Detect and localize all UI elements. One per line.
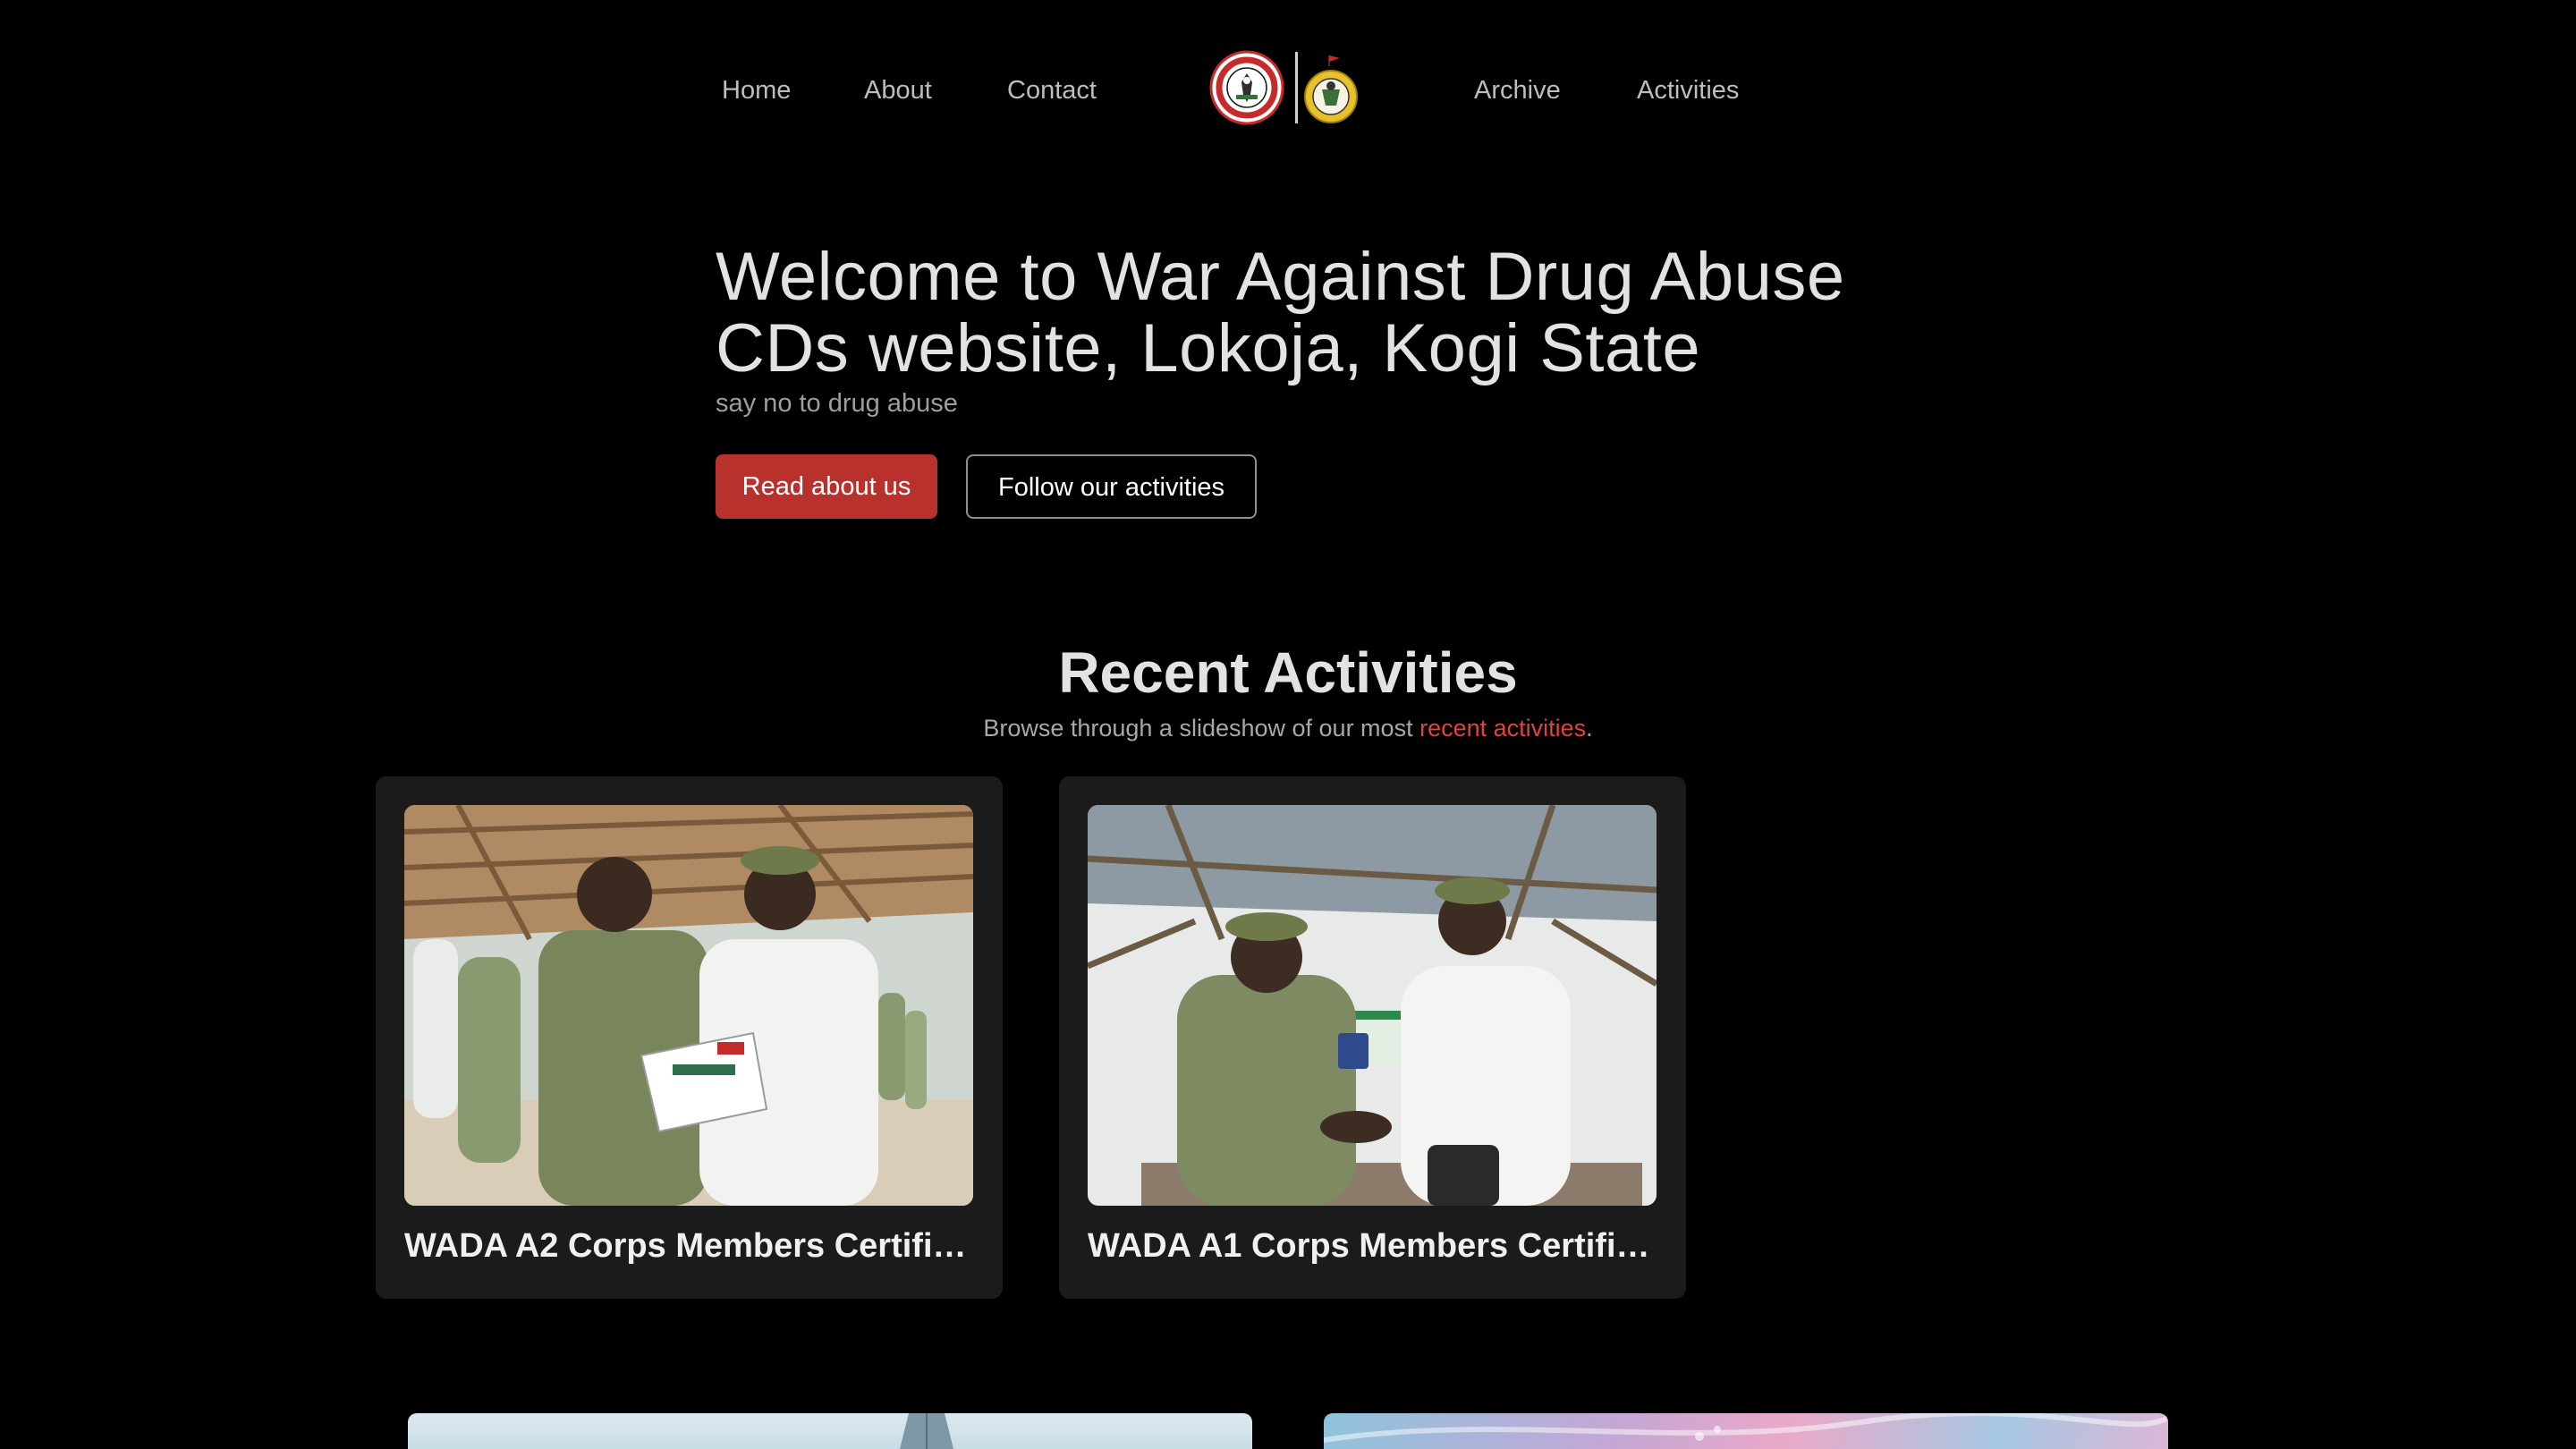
nav-link-home[interactable]: Home bbox=[722, 73, 791, 107]
featured-preview-card[interactable] bbox=[1324, 1413, 2168, 1449]
abstract-preview-image bbox=[1324, 1413, 2168, 1443]
recent-activities-subtitle: Browse through a slideshow of our most r… bbox=[0, 712, 2576, 744]
activity-card[interactable]: WADA A2 Corps Members Certific... bbox=[376, 776, 1003, 1299]
subtitle-suffix: . bbox=[1586, 715, 1593, 741]
hero-title: Welcome to War Against Drug Abuse CDs we… bbox=[716, 239, 1845, 386]
nav-link-contact[interactable]: Contact bbox=[1007, 73, 1097, 107]
activity-caption: WADA A1 Corps Members Certific... bbox=[1088, 1227, 1660, 1265]
nav-link-activities[interactable]: Activities bbox=[1637, 73, 1739, 107]
subtitle-prefix: Browse through a slideshow of our most bbox=[983, 715, 1420, 741]
follow-activities-button[interactable]: Follow our activities bbox=[966, 454, 1257, 519]
read-about-us-button[interactable]: Read about us bbox=[716, 454, 937, 519]
red-seal-logo-icon bbox=[1209, 50, 1284, 125]
site-logo[interactable] bbox=[1208, 50, 1363, 127]
activity-photo bbox=[404, 805, 973, 1206]
recent-activities-title: Recent Activities bbox=[1058, 640, 1518, 705]
yellow-seal-logo-icon bbox=[1304, 55, 1358, 123]
logo-divider bbox=[1295, 52, 1298, 123]
activity-caption: WADA A2 Corps Members Certific... bbox=[404, 1227, 977, 1265]
top-navigation: Home About Contact Archive Activities bbox=[0, 0, 2576, 179]
activity-photo bbox=[1088, 805, 1657, 1206]
building-preview-image bbox=[900, 1413, 953, 1449]
hero-section: Welcome to War Against Drug Abuse CDs we… bbox=[716, 242, 1968, 420]
recent-activities-link[interactable]: recent activities bbox=[1419, 715, 1586, 741]
nav-link-archive[interactable]: Archive bbox=[1474, 73, 1561, 107]
hero-subtitle: say no to drug abuse bbox=[716, 389, 958, 418]
featured-preview-card[interactable] bbox=[408, 1413, 1252, 1449]
activity-card[interactable]: WADA A1 Corps Members Certific... bbox=[1059, 776, 1686, 1299]
nav-link-about[interactable]: About bbox=[864, 73, 932, 107]
